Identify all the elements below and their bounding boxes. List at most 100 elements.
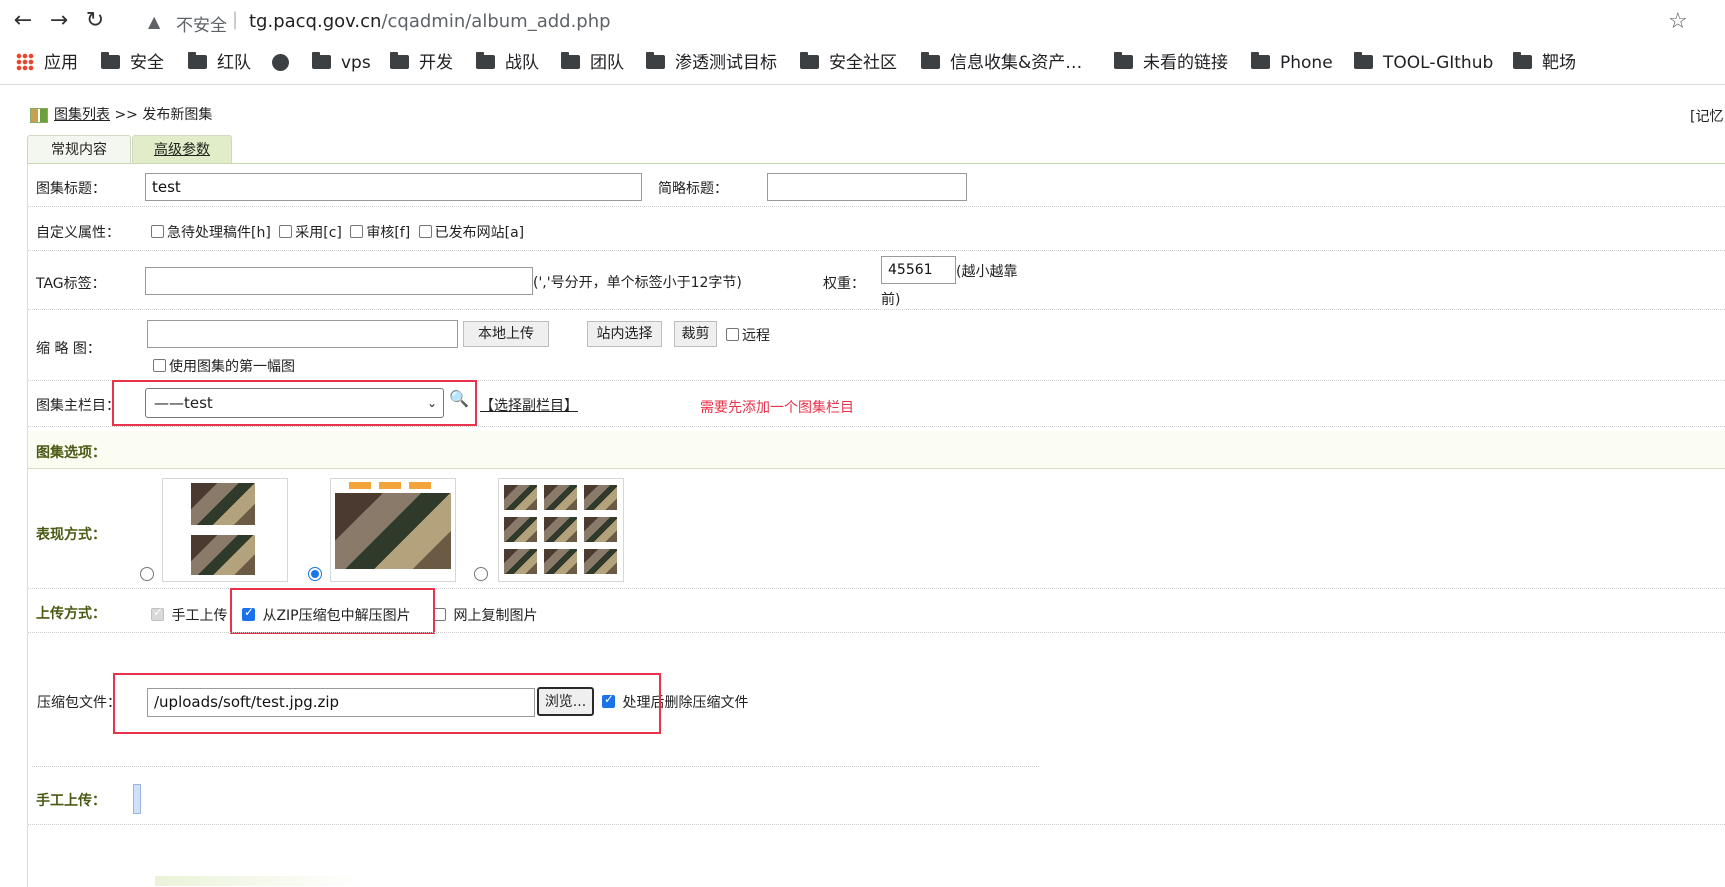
bookmark-apps[interactable]: 应用 <box>16 50 78 76</box>
crop-button[interactable]: 裁剪 <box>674 321 717 347</box>
bookmark-label: 安全社区 <box>829 53 897 73</box>
address-bar: ← → ↻ ▲ 不安全 | tg.pacq.gov.cn/cqadmin/alb… <box>0 0 1725 42</box>
upload-mode-label: 上传方式： <box>36 606 106 622</box>
folder-icon <box>1114 52 1133 69</box>
url-separator: | <box>232 9 239 30</box>
highlight-box-category <box>112 380 477 426</box>
bookmark-label: 渗透测试目标 <box>675 53 777 73</box>
memo-link[interactable]: [记忆 <box>1690 106 1723 126</box>
bookmark-folder-range[interactable]: 靶场 <box>1513 50 1576 76</box>
reload-icon[interactable]: ↻ <box>82 8 108 34</box>
url-path: /cqadmin/album_add.php <box>381 11 611 32</box>
folder-icon <box>312 52 331 69</box>
highlight-box-zip <box>230 588 435 634</box>
display-radio-2[interactable] <box>308 567 322 581</box>
row-divider <box>28 250 1725 251</box>
options-header: 图集选项： <box>36 445 106 461</box>
attr-option-label: 已发布网站[a] <box>434 225 525 241</box>
weight-input[interactable]: 45561 <box>881 256 956 284</box>
decorative-fade <box>155 876 365 886</box>
display-label: 表现方式： <box>36 527 106 543</box>
zip-label: 压缩包文件： <box>37 695 121 711</box>
bookmark-folder-recon[interactable]: 信息收集&资产… <box>921 50 1082 76</box>
breadcrumb-current: 发布新图集 <box>142 107 213 123</box>
sample-photo <box>191 535 255 575</box>
upload-local-button[interactable]: 本地上传 <box>463 321 549 347</box>
bookmark-label: Phone <box>1280 53 1333 73</box>
category-label: 图集主栏目： <box>36 398 120 414</box>
bookmark-label: vps <box>341 53 371 73</box>
display-radio-1[interactable] <box>140 567 154 581</box>
bookmark-folder-unread[interactable]: 未看的链接 <box>1114 50 1228 76</box>
bookmark-folder-redteam[interactable]: 红队 <box>188 50 251 76</box>
sample-photo <box>504 549 537 574</box>
bookmark-label: 信息收集&资产… <box>950 53 1083 73</box>
forward-icon[interactable]: → <box>46 8 72 34</box>
album-list-link[interactable]: 图集列表 <box>54 107 110 123</box>
attr-checkbox-h[interactable] <box>151 225 164 238</box>
display-radio-3[interactable] <box>474 567 488 581</box>
bookmark-star-icon[interactable]: ☆ <box>1668 9 1688 34</box>
upload-flash-placeholder[interactable] <box>133 784 141 814</box>
row-divider <box>28 309 1725 310</box>
tab-advanced[interactable]: 高级参数 <box>132 135 232 164</box>
display-option-list[interactable] <box>162 478 288 582</box>
display-option-slideshow[interactable] <box>330 478 456 582</box>
manual-upload-label: 手工上传： <box>36 793 106 809</box>
row-divider <box>32 766 1039 767</box>
title-input[interactable]: test <box>145 173 642 201</box>
tag-input[interactable] <box>145 267 533 295</box>
remote-checkbox[interactable] <box>726 328 739 341</box>
bookmark-folder-dev[interactable]: 开发 <box>390 50 453 76</box>
row-divider <box>28 206 1725 207</box>
bookmark-label: 团队 <box>590 53 624 73</box>
bookmark-folder-vps[interactable]: vps <box>312 50 371 76</box>
short-title-input[interactable] <box>767 173 967 201</box>
row-divider <box>28 426 1725 427</box>
attr-checkbox-f[interactable] <box>350 225 364 238</box>
highlight-box-zipfile <box>113 673 661 734</box>
attr-checkbox-c[interactable] <box>279 225 293 238</box>
bookmark-folder-tool[interactable]: TOOL-GIthub <box>1354 50 1493 76</box>
short-title-label: 简略标题： <box>658 181 728 197</box>
insecure-label[interactable]: 不安全 <box>176 11 227 36</box>
bookmark-folder-pentest[interactable]: 渗透测试目标 <box>646 50 777 76</box>
url-field[interactable]: tg.pacq.gov.cn/cqadmin/album_add.php <box>249 11 611 32</box>
folder-icon <box>1354 52 1373 69</box>
sub-category-label: 【选择副栏目】 <box>480 398 578 414</box>
remote-option: 远程 <box>726 325 770 345</box>
thumb-input[interactable] <box>147 320 458 348</box>
breadcrumb: 图集列表 >> 发布新图集 <box>30 104 212 124</box>
bookmark-folder-team2[interactable]: 团队 <box>561 50 624 76</box>
use-first-label: 使用图集的第一幅图 <box>169 359 295 375</box>
tab-general[interactable]: 常规内容 <box>27 135 131 164</box>
use-first-checkbox[interactable] <box>153 359 166 372</box>
upload-mode-label: 手工上传 <box>171 608 228 624</box>
back-icon[interactable]: ← <box>10 8 36 34</box>
upload-mode-manual: 手工上传 <box>151 605 227 625</box>
thumb-label: 缩 略 图： <box>36 341 101 357</box>
manual-checkbox[interactable] <box>151 605 164 621</box>
bookmark-folder-security[interactable]: 安全 <box>101 50 164 76</box>
sample-photo <box>504 517 537 542</box>
folder-icon <box>101 52 120 69</box>
row-divider <box>28 632 1725 633</box>
bookmark-folder-community[interactable]: 安全社区 <box>800 50 897 76</box>
tag-hint: (','号分开，单个标签小于12字节) <box>533 275 742 291</box>
attr-checkbox-a[interactable] <box>418 225 432 238</box>
row-divider <box>28 824 1725 825</box>
site-select-button[interactable]: 站内选择 <box>587 321 662 347</box>
bookmark-label: 红队 <box>217 53 251 73</box>
folder-icon <box>1251 52 1270 69</box>
warning-icon[interactable]: ▲ <box>148 12 160 31</box>
bookmarks-bar: 应用 安全 红队 vps 开发 战队 团队 渗透测试目标 安全社区 信息收集&资… <box>0 44 1725 85</box>
url-host: tg.pacq.gov.cn <box>249 11 382 32</box>
bookmark-folder-phone[interactable]: Phone <box>1251 50 1333 76</box>
display-option-grid[interactable] <box>498 478 624 582</box>
sample-photo <box>544 517 577 542</box>
folder-icon <box>188 52 207 69</box>
folder-icon <box>921 52 940 69</box>
sub-category-link[interactable]: 【选择副栏目】 <box>480 395 578 415</box>
bookmark-globe[interactable] <box>272 50 289 76</box>
bookmark-folder-team1[interactable]: 战队 <box>476 50 539 76</box>
